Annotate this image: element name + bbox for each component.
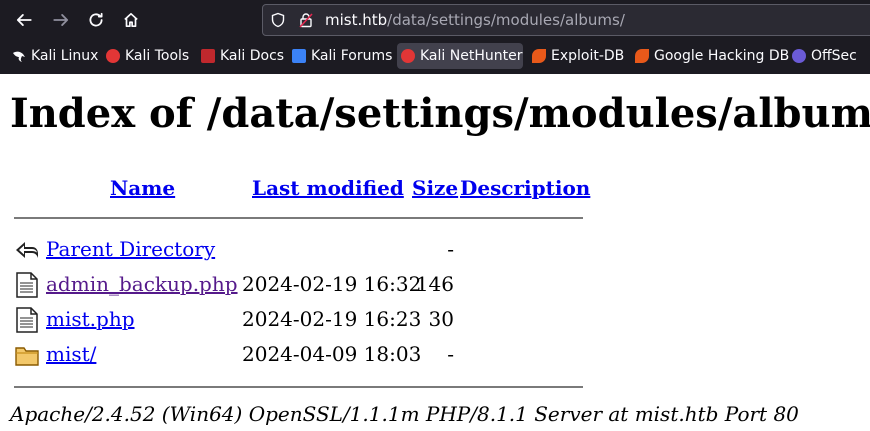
column-header-size[interactable]: Size <box>412 176 458 200</box>
folder-link-mist[interactable]: mist/ <box>46 342 96 366</box>
bookmark-label: Kali Docs <box>220 48 285 64</box>
column-header-name[interactable]: Name <box>110 176 175 200</box>
table-row: Parent Directory - <box>12 235 612 265</box>
bookmark-offsec[interactable]: OffSec <box>788 43 861 69</box>
back-arrow-icon <box>14 237 40 263</box>
bookmarks-toolbar: Kali Linux Kali Tools Kali Docs Kali For… <box>0 40 870 74</box>
size-cell: 146 <box>415 272 454 296</box>
header-divider <box>14 217 583 219</box>
url-bar[interactable]: mist.htb/data/settings/modules/albums/ <box>262 4 870 36</box>
table-row: mist/ 2024-04-09 18:03 - <box>12 340 612 370</box>
bookmark-kali-tools[interactable]: Kali Tools <box>102 43 193 69</box>
url-path: /data/settings/modules/albums/ <box>387 11 625 29</box>
forward-arrow-icon[interactable] <box>47 6 75 34</box>
url-host: mist.htb <box>325 11 388 29</box>
bookmark-kali-nethunter[interactable]: Kali NetHunter <box>397 43 523 69</box>
bookmark-label: Kali NetHunter <box>420 48 523 64</box>
kali-docs-icon <box>201 49 215 63</box>
kali-tools-icon <box>106 49 120 63</box>
ghdb-icon <box>635 49 649 63</box>
back-arrow-icon[interactable] <box>10 6 38 34</box>
reload-icon[interactable] <box>82 6 110 34</box>
home-icon[interactable] <box>117 6 145 34</box>
size-cell: - <box>447 237 454 261</box>
bookmark-label: Google Hacking DB <box>654 48 790 64</box>
bookmark-label: Kali Linux <box>31 48 99 64</box>
size-cell: 30 <box>428 307 454 331</box>
table-row: admin_backup.php 2024-02-19 16:32 146 <box>12 270 612 300</box>
folder-icon <box>14 342 40 368</box>
bookmark-google-hacking-db[interactable]: Google Hacking DB <box>631 43 793 69</box>
footer-divider <box>14 386 583 388</box>
lock-insecure-icon[interactable] <box>297 11 315 29</box>
page-title: Index of /data/settings/modules/albums <box>10 90 870 137</box>
modified-cell: 2024-02-19 16:23 <box>242 307 422 331</box>
size-cell: - <box>447 342 454 366</box>
parent-directory-link[interactable]: Parent Directory <box>46 237 215 261</box>
bookmark-label: Kali Tools <box>125 48 190 64</box>
bookmark-label: OffSec <box>811 48 857 64</box>
table-row: mist.php 2024-02-19 16:23 30 <box>12 305 612 335</box>
url-text[interactable]: mist.htb/data/settings/modules/albums/ <box>325 11 625 29</box>
nethunter-icon <box>401 49 415 63</box>
offsec-icon <box>792 49 806 63</box>
bookmark-kali-docs[interactable]: Kali Docs <box>197 43 288 69</box>
kali-dragon-icon <box>12 49 26 63</box>
bookmark-label: Exploit-DB <box>551 48 625 64</box>
column-header-last-modified[interactable]: Last modified <box>252 176 404 200</box>
bookmark-kali-linux[interactable]: Kali Linux <box>8 43 102 69</box>
file-link-mist-php[interactable]: mist.php <box>46 307 135 331</box>
modified-cell: 2024-04-09 18:03 <box>242 342 422 366</box>
column-header-description[interactable]: Description <box>460 176 590 200</box>
bookmark-exploit-db[interactable]: Exploit-DB <box>528 43 628 69</box>
text-file-icon <box>14 307 40 333</box>
server-signature: Apache/2.4.52 (Win64) OpenSSL/1.1.1m PHP… <box>10 402 799 426</box>
bookmark-kali-forums[interactable]: Kali Forums <box>288 43 396 69</box>
exploit-db-icon <box>532 49 546 63</box>
text-file-icon <box>14 272 40 298</box>
file-link-admin-backup[interactable]: admin_backup.php <box>46 272 238 296</box>
modified-cell: 2024-02-19 16:32 <box>242 272 422 296</box>
kali-forums-icon <box>292 49 306 63</box>
browser-chrome: mist.htb/data/settings/modules/albums/ K… <box>0 0 870 74</box>
bookmark-label: Kali Forums <box>311 48 393 64</box>
shield-icon[interactable] <box>269 11 287 29</box>
